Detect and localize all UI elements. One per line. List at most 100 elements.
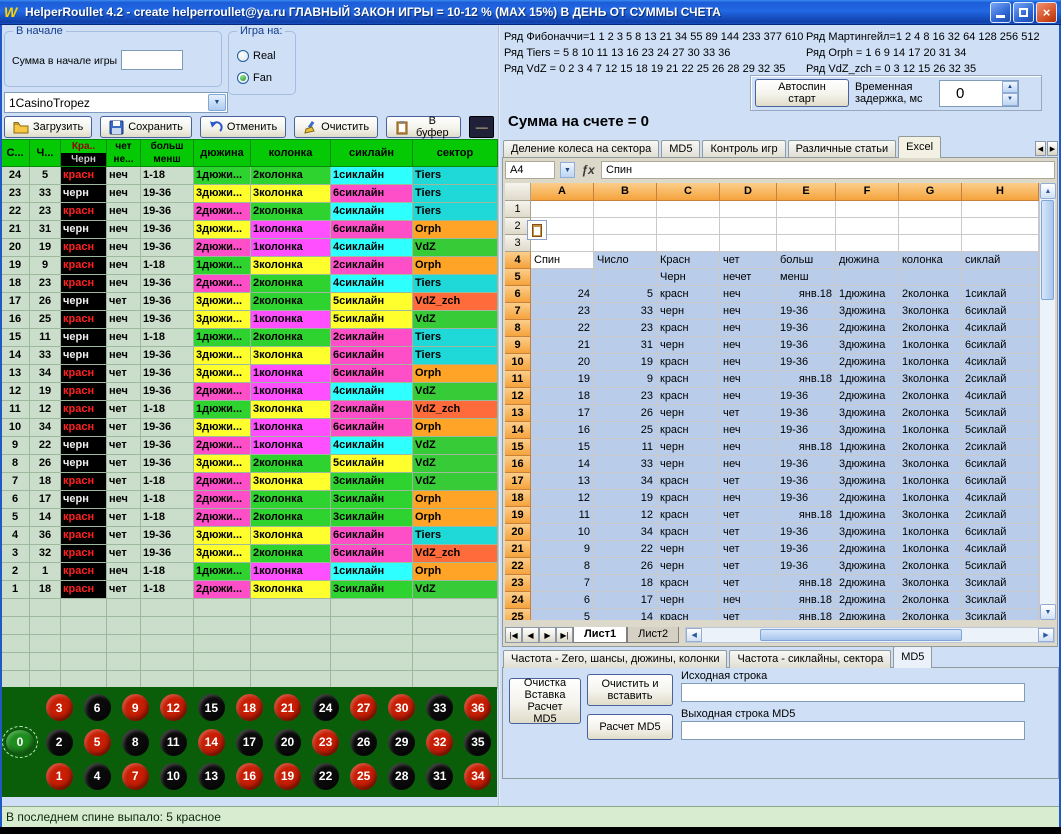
main-tab-1[interactable]: Деление колеса на сектора xyxy=(503,140,659,158)
board-number-30[interactable]: 30 xyxy=(388,694,415,721)
source-string-input[interactable] xyxy=(681,683,1025,702)
board-number-11[interactable]: 11 xyxy=(160,729,187,756)
board-number-3[interactable]: 3 xyxy=(46,694,73,721)
horizontal-scroll-thumb[interactable] xyxy=(760,629,962,641)
board-number-6[interactable]: 6 xyxy=(84,694,111,721)
excel-cell[interactable]: неч xyxy=(720,490,777,507)
excel-cell[interactable]: 19 xyxy=(594,490,657,507)
excel-cell[interactable]: красн xyxy=(657,490,720,507)
excel-row-header-4[interactable]: 4 xyxy=(505,252,531,269)
board-number-15[interactable]: 15 xyxy=(198,694,225,721)
excel-col-header-H[interactable]: H xyxy=(962,183,1039,201)
excel-cell[interactable]: 2дюжина xyxy=(836,541,899,558)
excel-cell[interactable]: красн xyxy=(657,473,720,490)
sheet-nav-first-icon[interactable]: |◀ xyxy=(505,627,522,643)
excel-cell[interactable]: 17 xyxy=(531,405,594,422)
excel-cell[interactable]: янв.18 xyxy=(777,507,836,524)
main-tab-5[interactable]: Excel xyxy=(898,136,941,158)
excel-cell[interactable] xyxy=(720,218,777,235)
excel-cell[interactable]: 3сиклай xyxy=(962,575,1039,592)
undo-button[interactable]: Отменить xyxy=(200,116,286,138)
excel-cell[interactable]: неч xyxy=(720,337,777,354)
tab-scroll-left-icon[interactable]: ◀ xyxy=(1035,141,1046,156)
excel-cell[interactable]: 2колонка xyxy=(899,439,962,456)
excel-cell[interactable] xyxy=(899,269,962,286)
board-number-26[interactable]: 26 xyxy=(350,729,377,756)
minimize-button[interactable] xyxy=(990,2,1011,23)
excel-cell[interactable]: 3сиклай xyxy=(962,592,1039,609)
excel-cell[interactable]: 3колонка xyxy=(899,371,962,388)
board-number-22[interactable]: 22 xyxy=(312,763,339,790)
start-sum-input[interactable] xyxy=(121,50,183,70)
excel-cell[interactable]: дюжина xyxy=(836,252,899,269)
excel-cell[interactable] xyxy=(720,235,777,252)
excel-cell[interactable]: 8 xyxy=(531,558,594,575)
excel-cell[interactable]: 2сиклай xyxy=(962,371,1039,388)
excel-cell[interactable] xyxy=(777,218,836,235)
excel-row-header-17[interactable]: 17 xyxy=(505,473,531,490)
excel-cell[interactable]: черн xyxy=(657,541,720,558)
spinner-down-icon[interactable]: ▼ xyxy=(1002,93,1018,106)
excel-cell[interactable]: 33 xyxy=(594,303,657,320)
excel-row-header-18[interactable]: 18 xyxy=(505,490,531,507)
excel-cell[interactable]: 4сиклай xyxy=(962,541,1039,558)
excel-cell[interactable]: красн xyxy=(657,524,720,541)
excel-cell[interactable]: янв.18 xyxy=(777,286,836,303)
excel-cell[interactable]: 5 xyxy=(594,286,657,303)
excel-cell[interactable]: 19-36 xyxy=(777,490,836,507)
excel-cell[interactable] xyxy=(777,201,836,218)
excel-cell[interactable]: 3дюжина xyxy=(836,303,899,320)
excel-cell[interactable]: чет xyxy=(720,541,777,558)
excel-cell[interactable]: 15 xyxy=(531,439,594,456)
excel-cell[interactable]: 3колонка xyxy=(899,303,962,320)
excel-cell[interactable]: 6сиклай xyxy=(962,473,1039,490)
excel-cell[interactable]: 11 xyxy=(594,439,657,456)
excel-cell[interactable]: 13 xyxy=(531,473,594,490)
excel-cell[interactable]: 12 xyxy=(594,507,657,524)
excel-cell[interactable]: 20 xyxy=(531,354,594,371)
excel-cell[interactable]: неч xyxy=(720,286,777,303)
excel-cell[interactable]: красн xyxy=(657,320,720,337)
excel-cell[interactable]: красн xyxy=(657,388,720,405)
excel-row-header-6[interactable]: 6 xyxy=(505,286,531,303)
excel-row-header-22[interactable]: 22 xyxy=(505,558,531,575)
excel-row-header-25[interactable]: 25 xyxy=(505,609,531,620)
board-number-0[interactable]: 0 xyxy=(5,729,35,755)
excel-cell[interactable]: 3дюжина xyxy=(836,422,899,439)
excel-cell[interactable]: неч xyxy=(720,422,777,439)
md5-output-input[interactable] xyxy=(681,721,1025,740)
excel-cell[interactable]: 19-36 xyxy=(777,541,836,558)
excel-cell[interactable]: чет xyxy=(720,524,777,541)
excel-cell[interactable]: неч xyxy=(720,439,777,456)
excel-cell[interactable]: 33 xyxy=(594,456,657,473)
excel-vertical-scrollbar[interactable]: ▲ ▼ xyxy=(1039,183,1055,620)
excel-cell[interactable]: 11 xyxy=(531,507,594,524)
frequency-tab-3[interactable]: MD5 xyxy=(893,646,932,668)
excel-row-header-23[interactable]: 23 xyxy=(505,575,531,592)
excel-col-header-D[interactable]: D xyxy=(720,183,777,201)
excel-cell[interactable] xyxy=(962,218,1039,235)
excel-col-header-C[interactable]: C xyxy=(657,183,720,201)
excel-cell[interactable]: 2дюжина xyxy=(836,320,899,337)
excel-cell[interactable]: 19-36 xyxy=(777,524,836,541)
excel-cell[interactable]: Красн xyxy=(657,252,720,269)
excel-cell[interactable]: 25 xyxy=(594,422,657,439)
excel-cell[interactable]: 10 xyxy=(531,524,594,541)
board-number-1[interactable]: 1 xyxy=(46,763,73,790)
excel-cell[interactable]: чет xyxy=(720,609,777,620)
scroll-right-icon[interactable]: ▶ xyxy=(1038,628,1054,642)
excel-cell[interactable]: больш xyxy=(777,252,836,269)
excel-cell[interactable]: черн xyxy=(657,456,720,473)
spinner-up-icon[interactable]: ▲ xyxy=(1002,81,1018,94)
board-number-29[interactable]: 29 xyxy=(388,729,415,756)
board-number-16[interactable]: 16 xyxy=(236,763,263,790)
excel-cell[interactable]: 4сиклай xyxy=(962,490,1039,507)
sheet-nav-next-icon[interactable]: ▶ xyxy=(539,627,556,643)
excel-cell[interactable]: 3дюжина xyxy=(836,524,899,541)
maximize-button[interactable] xyxy=(1013,2,1034,23)
excel-cell[interactable]: 3колонка xyxy=(899,456,962,473)
radio-fan[interactable]: Fan xyxy=(237,72,272,84)
excel-cell[interactable]: 1колонка xyxy=(899,354,962,371)
excel-cell[interactable] xyxy=(836,235,899,252)
excel-cell[interactable]: черн xyxy=(657,439,720,456)
